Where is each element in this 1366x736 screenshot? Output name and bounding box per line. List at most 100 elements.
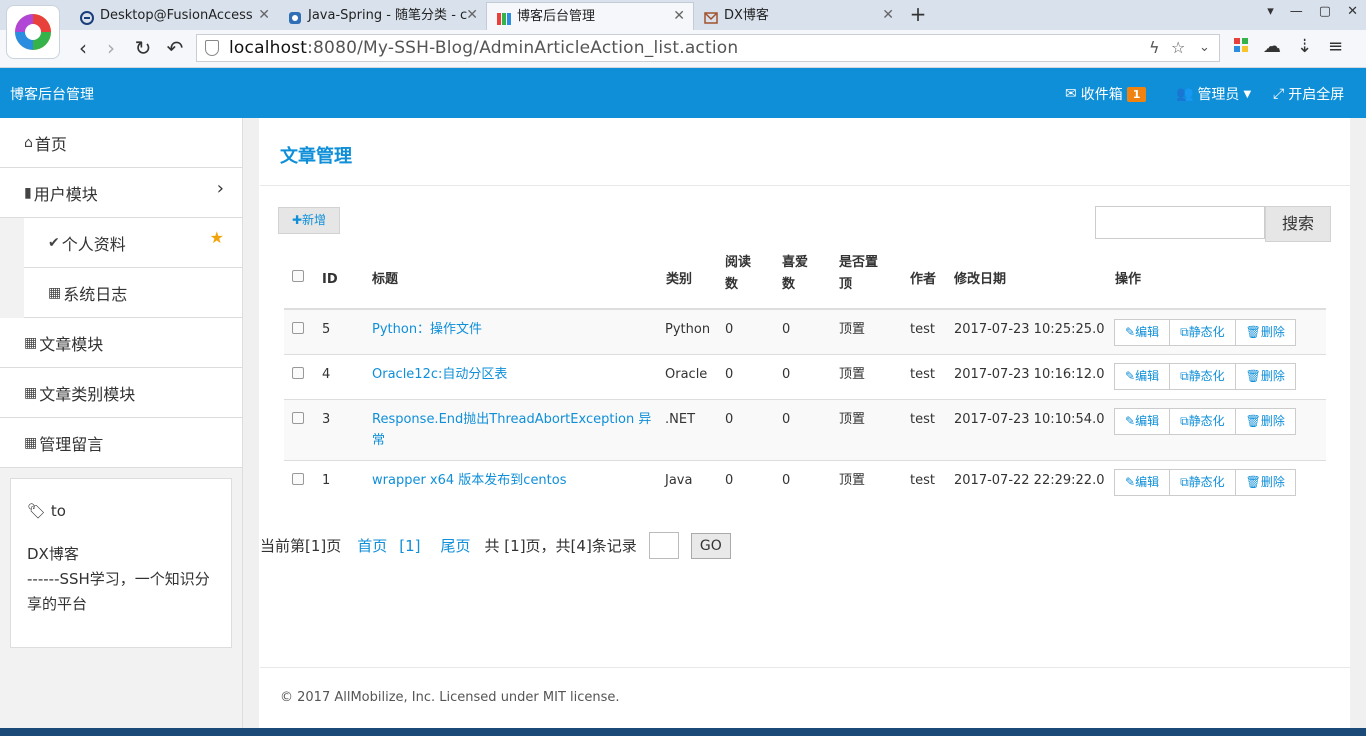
cell-modified: 2017-07-22 22:29:22.0 — [954, 473, 1105, 488]
tab-dx-blog[interactable]: DX博客 ✕ — [694, 2, 902, 30]
shirt-icon[interactable]: ▾ — [1267, 4, 1274, 19]
fullscreen-toggle[interactable]: ⤢ 开启全屏 — [1273, 84, 1344, 104]
tab-java-spring[interactable]: Java-Spring - 随笔分类 - c ✕ — [278, 2, 486, 30]
select-all-checkbox[interactable] — [292, 270, 304, 282]
cloud-icon[interactable]: ☁ — [1263, 36, 1281, 57]
row-checkbox[interactable] — [292, 322, 304, 334]
sidebar-scrollbar[interactable] — [243, 118, 259, 728]
cell-reads: 0 — [725, 473, 734, 488]
staticize-button[interactable]: ⧉静态化 — [1169, 469, 1236, 496]
article-title-link[interactable]: Oracle12c:自动分区表 — [372, 364, 507, 385]
browser-logo-icon[interactable] — [6, 5, 60, 59]
trash-icon: 🗑 — [1245, 369, 1261, 383]
close-icon[interactable]: ✕ — [258, 2, 270, 28]
inbox-link[interactable]: ✉ 收件箱 1 — [1065, 84, 1147, 104]
cell-author: test — [910, 412, 935, 427]
menu-icon[interactable]: ≡ — [1328, 36, 1343, 57]
row-actions: ✎编辑 ⧉静态化 🗑删除 — [1114, 319, 1296, 346]
search-button[interactable]: 搜索 — [1265, 206, 1331, 242]
column-header-top[interactable]: 是否置顶 — [839, 252, 889, 296]
sidebar-item-users[interactable]: ▮ 用户模块 › — [0, 168, 242, 218]
add-article-button[interactable]: ✚新增 — [278, 207, 340, 234]
minimize-icon[interactable]: — — [1290, 4, 1303, 19]
page-title: 文章管理 — [280, 146, 352, 167]
column-header-likes[interactable]: 喜爱数 — [782, 252, 816, 296]
undo-icon[interactable]: ↶ — [162, 36, 188, 62]
row-actions: ✎编辑 ⧉静态化 🗑删除 — [1114, 408, 1296, 435]
staticize-button[interactable]: ⧉静态化 — [1169, 319, 1236, 346]
cell-modified: 2017-07-23 10:25:25.0 — [954, 322, 1105, 337]
sidebar-item-profile[interactable]: ✔ 个人资料 ★ — [24, 218, 242, 268]
dropdown-icon[interactable]: ⌄ — [1199, 40, 1210, 55]
reload-icon[interactable]: ↻ — [130, 36, 156, 62]
back-icon[interactable]: ‹ — [70, 36, 96, 62]
page-number-input[interactable] — [648, 532, 679, 559]
row-actions: ✎编辑 ⧉静态化 🗑删除 — [1114, 469, 1296, 496]
close-icon[interactable]: ✕ — [673, 3, 685, 29]
edit-button[interactable]: ✎编辑 — [1114, 408, 1171, 435]
row-checkbox[interactable] — [292, 367, 304, 379]
cell-likes: 0 — [782, 322, 791, 337]
sidebar-tag: 🏷 to — [27, 502, 66, 520]
cell-likes: 0 — [782, 473, 791, 488]
row-checkbox[interactable] — [292, 473, 304, 485]
forward-icon[interactable]: › — [98, 36, 124, 62]
file-icon: ▮ — [24, 184, 32, 201]
brand-title[interactable]: 博客后台管理 — [10, 84, 94, 104]
column-header-category[interactable]: 类别 — [666, 260, 692, 300]
delete-button[interactable]: 🗑删除 — [1234, 363, 1296, 390]
sidebar-item-label: 用户模块 — [33, 184, 98, 204]
row-checkbox[interactable] — [292, 412, 304, 424]
trash-icon: 🗑 — [1245, 414, 1261, 428]
edit-button[interactable]: ✎编辑 — [1114, 469, 1171, 496]
sidebar-item-home[interactable]: ⌂ 首页 — [0, 118, 242, 168]
column-header-id[interactable]: ID — [322, 260, 338, 300]
delete-button[interactable]: 🗑删除 — [1234, 469, 1296, 496]
star-icon[interactable]: ☆ — [1171, 38, 1185, 57]
delete-button[interactable]: 🗑删除 — [1234, 408, 1296, 435]
close-icon[interactable]: ✕ — [466, 2, 478, 28]
cell-reads: 0 — [725, 367, 734, 382]
go-button[interactable]: GO — [690, 532, 731, 559]
search-input[interactable] — [1095, 206, 1265, 239]
staticize-button[interactable]: ⧉静态化 — [1169, 363, 1236, 390]
sidebar-item-messages[interactable]: ▦ 管理留言 — [0, 418, 242, 468]
delete-button[interactable]: 🗑删除 — [1234, 319, 1296, 346]
pager-first-link[interactable]: 首页 — [357, 535, 387, 556]
tag-icon: 🏷 — [27, 502, 47, 520]
pager-current: 当前第[1]页 — [260, 537, 342, 555]
article-title-link[interactable]: wrapper x64 版本发布到centos — [372, 470, 567, 491]
new-tab-button[interactable]: + — [905, 2, 931, 28]
column-header-reads[interactable]: 阅读数 — [725, 252, 759, 296]
lightning-icon[interactable]: ϟ — [1149, 38, 1160, 57]
tab-blog-admin[interactable]: 博客后台管理 ✕ — [486, 2, 694, 30]
main-scrollbar[interactable] — [1350, 118, 1366, 728]
browser-tab-bar: Desktop@FusionAccess ✕ Java-Spring - 随笔分… — [0, 0, 1366, 59]
download-icon[interactable]: ⇣ — [1297, 36, 1312, 57]
pager-last-link[interactable]: 尾页 — [441, 535, 471, 556]
maximize-icon[interactable]: ▢ — [1319, 4, 1331, 19]
column-header-author[interactable]: 作者 — [910, 260, 936, 300]
column-header-modified[interactable]: 修改日期 — [954, 260, 1006, 300]
column-header-title[interactable]: 标题 — [372, 260, 398, 300]
cell-id: 1 — [322, 473, 331, 488]
sidebar-item-label: 管理留言 — [39, 434, 104, 454]
sidebar-item-categories[interactable]: ▦ 文章类别模块 — [0, 368, 242, 418]
article-title-link[interactable]: Response.End抛出ThreadAbortException 异常 — [372, 409, 652, 451]
apps-icon[interactable] — [1234, 36, 1248, 57]
sidebar-item-label: 文章类别模块 — [39, 384, 136, 404]
edit-button[interactable]: ✎编辑 — [1114, 363, 1171, 390]
sidebar-item-syslog[interactable]: ▦ 系统日志 — [24, 268, 242, 318]
copy-icon: ⧉ — [1180, 369, 1189, 383]
pager-page-link[interactable]: [1] — [399, 537, 420, 555]
staticize-button[interactable]: ⧉静态化 — [1169, 408, 1236, 435]
tab-fusionaccess[interactable]: Desktop@FusionAccess ✕ — [70, 2, 278, 30]
admin-dropdown[interactable]: 👥 管理员 ▼ — [1176, 84, 1251, 104]
sidebar-item-articles[interactable]: ▦ 文章模块 — [0, 318, 242, 368]
edit-icon: ✎ — [1125, 325, 1136, 339]
close-icon[interactable]: ✕ — [882, 2, 894, 28]
edit-button[interactable]: ✎编辑 — [1114, 319, 1171, 346]
address-bar[interactable]: localhost:8080/My-SSH-Blog/AdminArticleA… — [196, 34, 1220, 62]
close-window-icon[interactable]: ✕ — [1347, 4, 1358, 19]
article-title-link[interactable]: Python：操作文件 — [372, 319, 482, 340]
